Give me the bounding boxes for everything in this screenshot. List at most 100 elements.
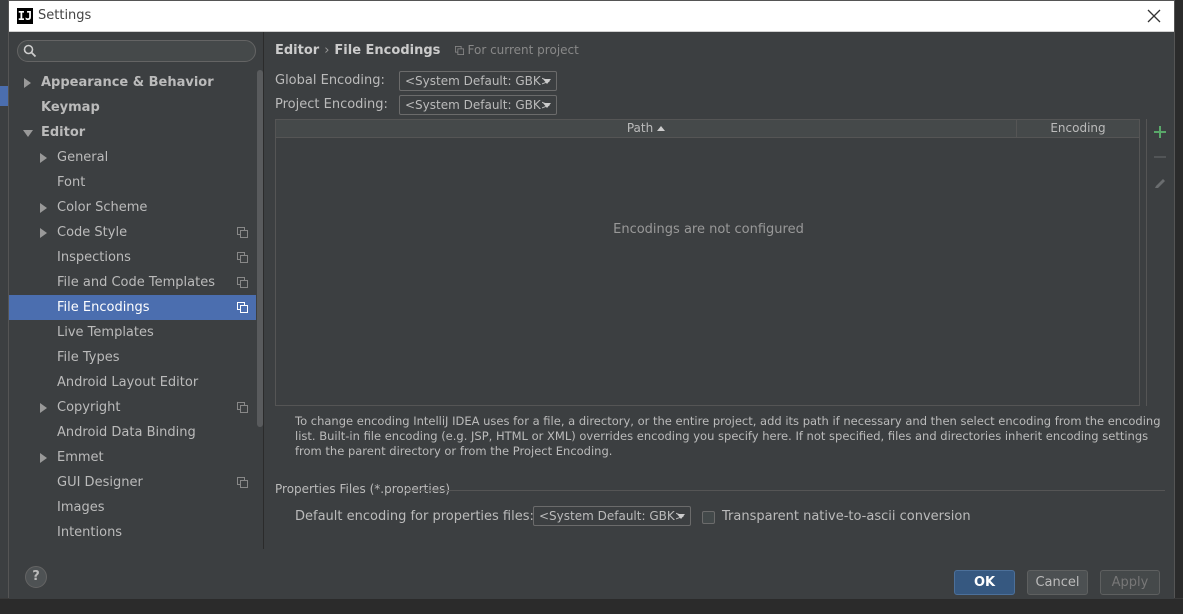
settings-tree: Appearance & Behavior Keymap Editor Gene… — [9, 70, 256, 545]
file-encodings-panel: Editor › File Encodings For current projec… — [265, 32, 1176, 549]
tree-item-label: Editor — [41, 125, 86, 140]
section-divider — [405, 490, 1165, 491]
search-input[interactable] — [42, 43, 247, 59]
transparent-conversion-checkbox[interactable] — [702, 511, 715, 524]
expand-arrow-icon[interactable] — [40, 453, 47, 463]
tree-item-label: Android Layout Editor — [57, 375, 199, 390]
global-encoding-label: Global Encoding: — [275, 73, 385, 88]
background-selection — [0, 86, 8, 106]
project-scope-icon — [237, 277, 248, 288]
tree-item-editor[interactable]: Editor — [9, 120, 256, 145]
project-encoding-value: <System Default: GBK> — [405, 98, 551, 112]
tree-item-general[interactable]: General — [9, 145, 256, 170]
close-icon — [1147, 9, 1161, 23]
tree-item-label: General — [57, 150, 109, 165]
tree-item-code-style[interactable]: Code Style — [9, 220, 256, 245]
tree-item-keymap[interactable]: Keymap — [9, 95, 256, 120]
dialog-footer: ? OK Cancel Apply — [9, 549, 1174, 599]
settings-dialog: IJ Settings Appearance & Behavior Keymap… — [8, 0, 1176, 599]
table-toolbar — [1146, 119, 1172, 406]
breadcrumb: Editor › File Encodings For current projec… — [275, 43, 579, 58]
project-scope-icon — [237, 402, 248, 413]
cancel-button[interactable]: Cancel — [1027, 570, 1088, 595]
encodings-table[interactable]: Path Encoding Encodings are not configur… — [275, 119, 1140, 406]
tree-item-label: Android Data Binding — [57, 425, 196, 440]
project-scope-icon — [237, 302, 248, 313]
tree-item-android-data-binding[interactable]: Android Data Binding — [9, 420, 256, 445]
chevron-down-icon — [543, 103, 551, 108]
column-header-encoding[interactable]: Encoding — [1017, 120, 1139, 137]
expand-arrow-icon[interactable] — [40, 203, 47, 213]
tree-item-label: File Types — [57, 350, 120, 365]
project-scope-icon — [237, 252, 248, 263]
background-ide-strip — [0, 0, 8, 614]
tree-item-label: Live Templates — [57, 325, 154, 340]
breadcrumb-parent: Editor — [275, 43, 320, 58]
chevron-down-icon — [543, 79, 551, 84]
project-encoding-label: Project Encoding: — [275, 97, 388, 112]
ok-button[interactable]: OK — [954, 570, 1015, 595]
tree-item-android-layout-editor[interactable]: Android Layout Editor — [9, 370, 256, 395]
expand-arrow-icon[interactable] — [40, 153, 47, 163]
column-label: Path — [626, 121, 654, 135]
tree-item-gui-designer[interactable]: GUI Designer — [9, 470, 256, 495]
tree-item-emmet[interactable]: Emmet — [9, 445, 256, 470]
tree-item-inspections[interactable]: Inspections — [9, 245, 256, 270]
tree-item-label: Emmet — [57, 450, 104, 465]
transparent-conversion-label[interactable]: Transparent native-to-ascii conversion — [722, 509, 971, 524]
tree-item-label: Copyright — [57, 400, 121, 415]
encoding-help-text: To change encoding IntelliJ IDEA uses fo… — [295, 414, 1161, 458]
tree-item-color-scheme[interactable]: Color Scheme — [9, 195, 256, 220]
project-encoding-select[interactable]: <System Default: GBK> — [399, 95, 557, 115]
search-icon — [23, 44, 37, 58]
sort-ascending-icon — [657, 126, 666, 131]
intellij-icon: IJ — [17, 8, 33, 24]
column-header-path[interactable]: Path — [276, 120, 1017, 137]
tree-item-live-templates[interactable]: Live Templates — [9, 320, 256, 345]
settings-sidebar: Appearance & Behavior Keymap Editor Gene… — [9, 32, 264, 549]
expand-arrow-icon[interactable] — [24, 78, 31, 88]
project-scope-icon — [237, 227, 248, 238]
tree-item-file-encodings[interactable]: File Encodings — [9, 295, 256, 320]
properties-encoding-label: Default encoding for properties files: — [295, 509, 534, 524]
search-box[interactable] — [17, 40, 256, 62]
window-title: Settings — [38, 8, 92, 23]
properties-encoding-value: <System Default: GBK> — [539, 509, 685, 523]
column-label: Encoding — [1050, 121, 1106, 135]
help-icon: ? — [32, 569, 40, 584]
add-icon[interactable] — [1153, 125, 1167, 139]
global-encoding-select[interactable]: <System Default: GBK> — [399, 71, 557, 91]
tree-item-file-code-templates[interactable]: File and Code Templates — [9, 270, 256, 295]
sidebar-scrollbar[interactable] — [257, 70, 263, 427]
tree-item-appearance-behavior[interactable]: Appearance & Behavior — [9, 70, 256, 95]
project-scope-icon — [237, 477, 248, 488]
background-ide-bottom — [0, 598, 1183, 614]
properties-encoding-select[interactable]: <System Default: GBK> — [533, 506, 691, 526]
tree-item-label: Code Style — [57, 225, 128, 240]
tree-item-font[interactable]: Font — [9, 170, 256, 195]
tree-item-images[interactable]: Images — [9, 495, 256, 520]
expand-arrow-icon[interactable] — [40, 403, 47, 413]
tree-item-label: Images — [57, 500, 105, 515]
tree-item-copyright[interactable]: Copyright — [9, 395, 256, 420]
project-scope-icon — [454, 46, 464, 55]
global-encoding-value: <System Default: GBK> — [405, 74, 551, 88]
tree-item-label: File and Code Templates — [57, 275, 215, 290]
remove-icon[interactable] — [1153, 150, 1167, 164]
tree-item-file-types[interactable]: File Types — [9, 345, 256, 370]
chevron-down-icon — [677, 514, 685, 519]
tree-item-label: Keymap — [41, 100, 100, 115]
tree-item-label: File Encodings — [57, 300, 150, 315]
close-button[interactable] — [1142, 5, 1166, 27]
expand-arrow-icon[interactable] — [40, 228, 47, 238]
help-button[interactable]: ? — [25, 566, 47, 588]
title-bar: IJ Settings — [9, 1, 1174, 32]
edit-icon[interactable] — [1153, 175, 1167, 189]
tree-item-intentions[interactable]: Intentions — [9, 520, 256, 545]
collapse-arrow-icon[interactable] — [23, 130, 33, 137]
table-header: Path Encoding — [276, 120, 1139, 138]
tree-item-label: Inspections — [57, 250, 131, 265]
empty-table-message: Encodings are not configured — [613, 222, 804, 237]
apply-button[interactable]: Apply — [1100, 570, 1160, 595]
tree-item-label: GUI Designer — [57, 475, 143, 490]
